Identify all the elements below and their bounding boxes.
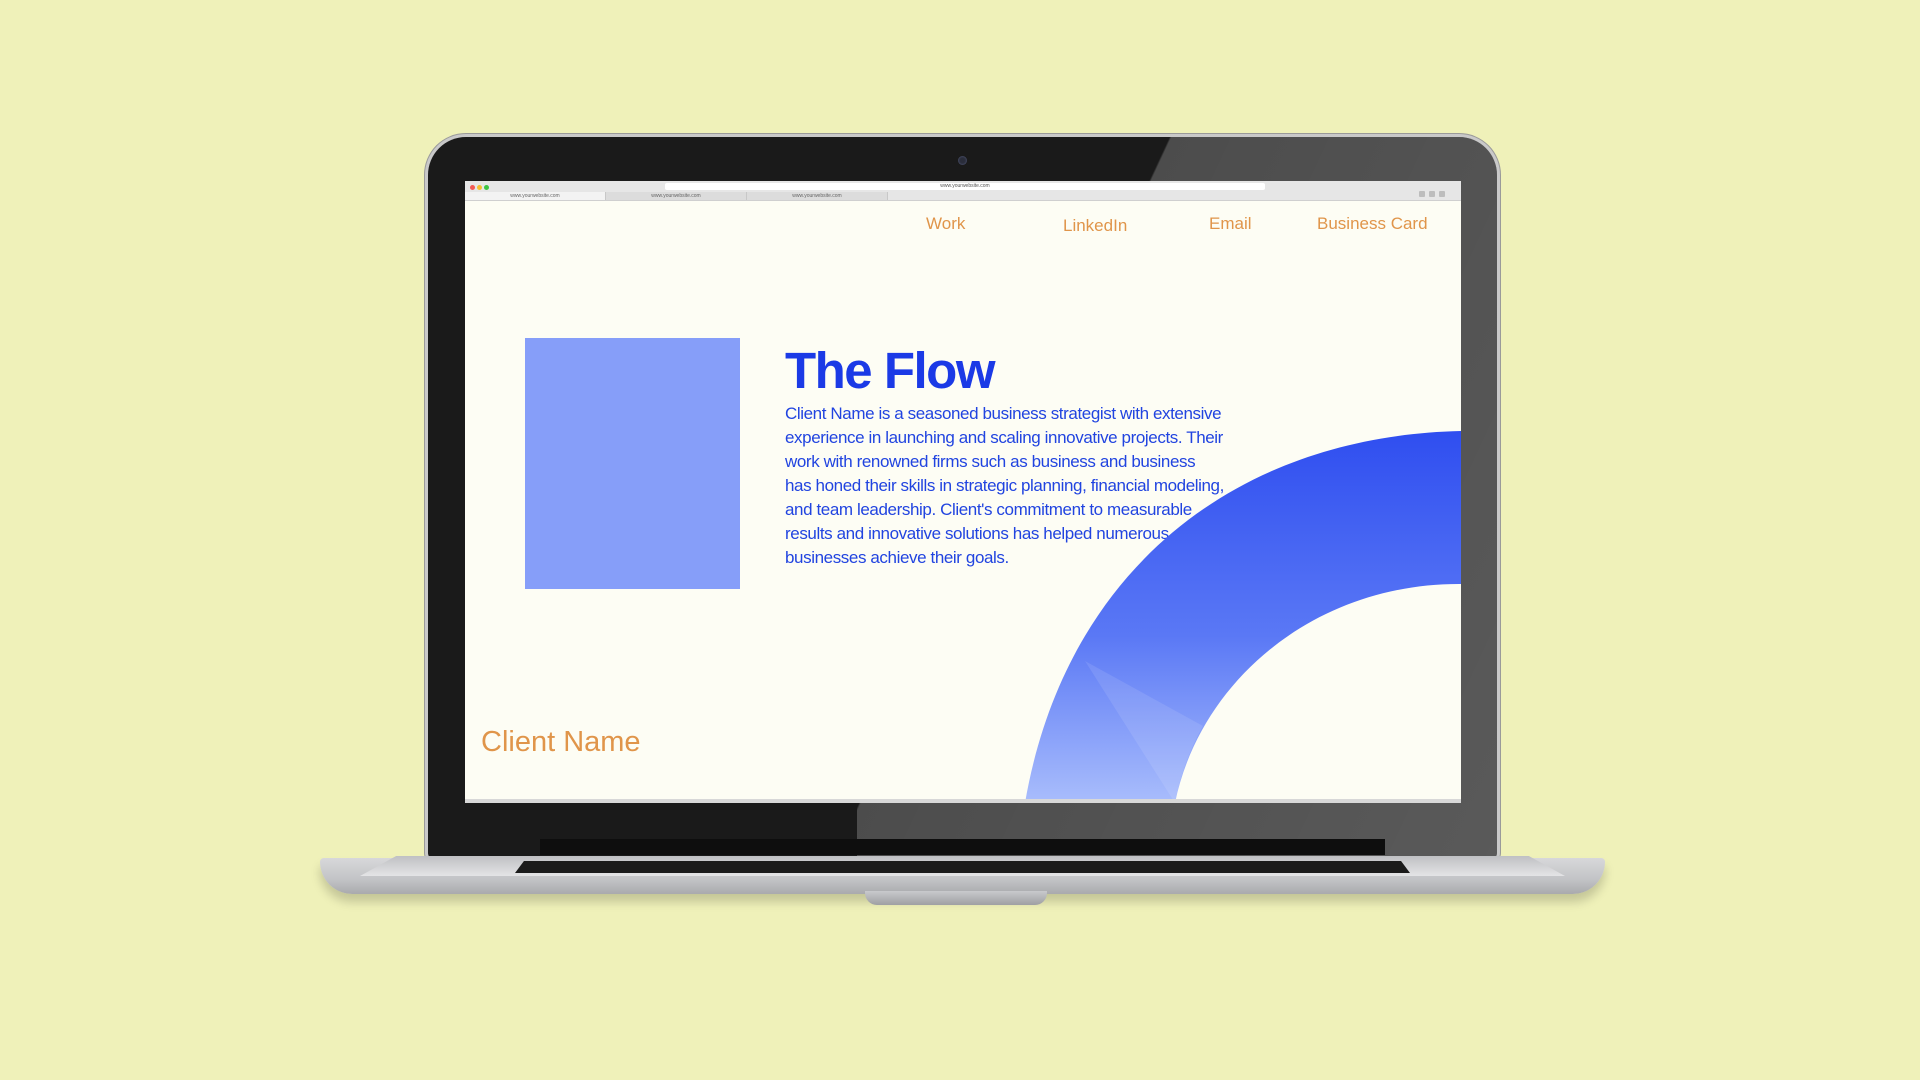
nav-item-email[interactable]: Email (1209, 214, 1252, 234)
hero-image-block (525, 338, 740, 589)
screen-bottom-edge (465, 799, 1461, 803)
nav-item-linkedin[interactable]: LinkedIn (1063, 216, 1127, 236)
browser-tab[interactable]: www.yourwebsite.com (606, 192, 747, 200)
laptop-hinge (540, 839, 1385, 855)
nav-item-business-card[interactable]: Business Card (1317, 214, 1428, 234)
browser-tab[interactable]: www.yourwebsite.com (747, 192, 888, 200)
keyboard-edge (515, 861, 1410, 873)
maximize-window-icon[interactable] (484, 185, 489, 190)
camera-icon (958, 156, 967, 165)
laptop-notch (865, 891, 1047, 905)
address-bar[interactable]: www.yourwebsite.com (665, 183, 1265, 190)
decorative-arc (1025, 431, 1461, 803)
close-window-icon[interactable] (470, 185, 475, 190)
page-title: The Flow (785, 342, 995, 399)
nav-item-work[interactable]: Work (926, 214, 965, 234)
browser-chrome: www.yourwebsite.com www.yourwebsite.com … (465, 181, 1461, 201)
client-name: Client Name (481, 726, 641, 758)
browser-toolbar-buttons (1415, 184, 1455, 197)
browser-tab[interactable]: www.yourwebsite.com (465, 192, 606, 200)
tab-strip: www.yourwebsite.com www.yourwebsite.com … (465, 192, 1461, 200)
minimize-window-icon[interactable] (477, 185, 482, 190)
browser-screen: www.yourwebsite.com www.yourwebsite.com … (465, 181, 1461, 803)
